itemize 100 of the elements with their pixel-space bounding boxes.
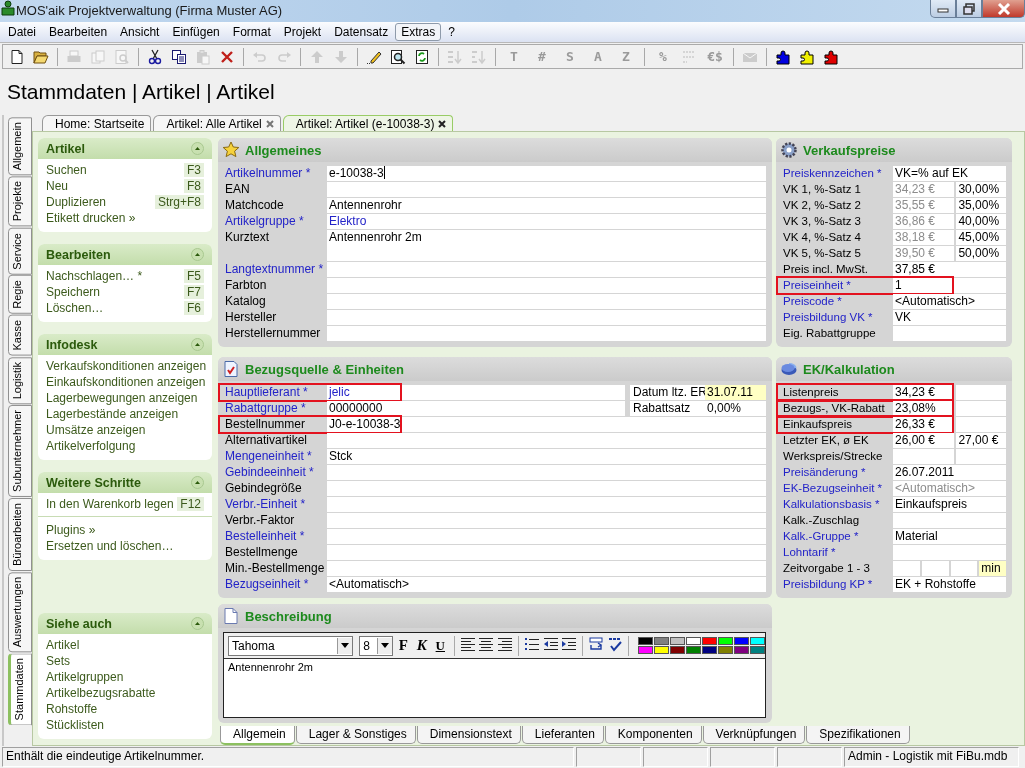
field-link[interactable]: Preiseinheit * bbox=[781, 278, 893, 293]
side-tab[interactable]: Regie bbox=[8, 275, 32, 315]
color-swatch[interactable] bbox=[749, 637, 765, 645]
search-document-icon[interactable] bbox=[390, 48, 406, 65]
task-link[interactable]: Artikelverfolgung bbox=[46, 439, 136, 453]
sheet-tab[interactable]: Lager & Sonstiges bbox=[295, 726, 416, 744]
color-swatch[interactable] bbox=[653, 646, 669, 654]
align-right-icon[interactable] bbox=[496, 635, 513, 652]
task-link[interactable]: Duplizieren bbox=[46, 195, 107, 209]
sheet-tab[interactable]: Allgemein bbox=[220, 726, 295, 745]
menu-item[interactable]: Bearbeiten bbox=[43, 23, 114, 41]
task-link[interactable]: Speichern bbox=[46, 285, 101, 299]
sheet-tab[interactable]: Lieferanten bbox=[521, 726, 604, 744]
indent-icon[interactable] bbox=[561, 635, 578, 652]
side-tab[interactable]: Büroarbeiten bbox=[8, 497, 32, 571]
bullet-list-icon[interactable] bbox=[524, 635, 540, 652]
collapse-icon[interactable] bbox=[191, 476, 204, 489]
input-field[interactable]: 27,00 € bbox=[956, 433, 1006, 448]
input-field[interactable] bbox=[327, 497, 766, 512]
collapse-icon[interactable] bbox=[191, 142, 204, 155]
color-swatch[interactable] bbox=[669, 637, 685, 645]
field-link[interactable]: Mengeneinheit * bbox=[223, 449, 327, 464]
text-editor[interactable]: Antennenrohr 2m bbox=[224, 659, 765, 717]
task-link[interactable]: Neu bbox=[46, 179, 68, 193]
input-field[interactable]: jelic bbox=[327, 385, 625, 400]
task-link[interactable]: Etikett drucken » bbox=[46, 211, 136, 225]
task-link[interactable]: Sets bbox=[46, 654, 70, 668]
input-field[interactable] bbox=[327, 481, 766, 496]
input-field[interactable] bbox=[956, 385, 1006, 400]
side-tab[interactable]: Auswertungen bbox=[8, 571, 32, 653]
field-link[interactable]: Artikelnummer * bbox=[223, 166, 327, 181]
input-field[interactable]: 0,00% bbox=[705, 401, 766, 416]
input-field[interactable]: <Automatisch> bbox=[893, 294, 1006, 309]
document-tab[interactable]: Artikel: Alle Artikel bbox=[153, 115, 281, 131]
menu-item[interactable]: Format bbox=[226, 23, 277, 41]
field-link[interactable]: Bezugseinheit * bbox=[223, 577, 327, 592]
input-field[interactable]: Material bbox=[893, 529, 1006, 544]
input-field[interactable] bbox=[956, 449, 1006, 464]
input-field[interactable]: 45,00% bbox=[956, 230, 1006, 245]
spell-check-icon[interactable] bbox=[606, 635, 623, 652]
close-icon[interactable] bbox=[438, 119, 447, 128]
input-field[interactable]: VK=% auf EK bbox=[893, 166, 1006, 181]
field-link[interactable]: Verbr.-Einheit * bbox=[223, 497, 327, 512]
task-link[interactable]: Stücklisten bbox=[46, 718, 105, 732]
input-field[interactable]: 34,23 € bbox=[893, 182, 955, 197]
puzzle-icon[interactable] bbox=[775, 48, 791, 65]
input-field[interactable] bbox=[956, 401, 1006, 416]
input-field[interactable]: Antennenrohr 2m bbox=[327, 230, 766, 261]
input-field[interactable] bbox=[893, 513, 1006, 528]
input-field[interactable]: 35,00% bbox=[956, 198, 1006, 213]
input-field[interactable] bbox=[327, 545, 766, 560]
color-swatch[interactable] bbox=[701, 646, 717, 654]
input-field[interactable] bbox=[893, 545, 1006, 560]
side-tab[interactable]: Stammdaten bbox=[8, 653, 32, 726]
size-select[interactable]: 8 bbox=[359, 635, 393, 656]
menu-item[interactable]: Datensatz bbox=[328, 23, 395, 41]
input-field[interactable]: 39,50 € bbox=[893, 246, 955, 261]
field-link[interactable]: Artikelgruppe * bbox=[223, 214, 327, 229]
format-button[interactable]: U bbox=[432, 635, 449, 656]
puzzle-icon[interactable] bbox=[823, 48, 839, 65]
input-field[interactable]: min bbox=[979, 561, 1006, 576]
color-swatch[interactable] bbox=[685, 637, 701, 645]
menu-item[interactable]: Einfügen bbox=[166, 23, 226, 41]
input-field[interactable]: J0-e-10038-3 bbox=[327, 417, 766, 432]
side-tab[interactable]: Projekte bbox=[8, 176, 32, 227]
sheet-tab[interactable]: Komponenten bbox=[604, 726, 702, 744]
menu-item[interactable]: ? bbox=[442, 23, 461, 41]
menu-item[interactable]: Datei bbox=[2, 23, 42, 41]
field-link[interactable]: Kalkulationsbasis * bbox=[781, 497, 893, 512]
input-field[interactable] bbox=[893, 449, 955, 464]
input-field[interactable] bbox=[327, 513, 766, 528]
task-link[interactable]: Lagerbestände anzeigen bbox=[46, 407, 179, 421]
sheet-tab[interactable]: Verknüpfungen bbox=[702, 726, 806, 744]
input-field[interactable]: 26.07.2011 bbox=[893, 465, 1006, 480]
input-field[interactable]: Elektro bbox=[327, 214, 766, 229]
input-field[interactable]: 40,00% bbox=[956, 214, 1006, 229]
color-swatch[interactable] bbox=[637, 637, 653, 645]
collapse-icon[interactable] bbox=[191, 338, 204, 351]
field-link[interactable]: Rabattgruppe * bbox=[223, 401, 327, 416]
align-center-icon[interactable] bbox=[478, 635, 495, 652]
input-field[interactable] bbox=[921, 561, 949, 576]
new-document-icon[interactable] bbox=[9, 48, 25, 65]
input-field[interactable] bbox=[956, 417, 1006, 432]
task-link[interactable]: Artikelgruppen bbox=[46, 670, 124, 684]
field-link[interactable]: Preiskennzeichen * bbox=[781, 166, 893, 181]
task-link[interactable]: Einkaufskonditionen anzeigen bbox=[46, 375, 206, 389]
restore-icon[interactable] bbox=[963, 2, 975, 15]
color-swatch[interactable] bbox=[637, 646, 653, 654]
input-field[interactable]: 26,00 € bbox=[893, 433, 955, 448]
color-swatch[interactable] bbox=[733, 646, 749, 654]
input-field[interactable] bbox=[327, 433, 766, 448]
input-field[interactable]: 00000000 bbox=[327, 401, 625, 416]
restore-button[interactable] bbox=[956, 0, 982, 18]
task-link[interactable]: In den Warenkorb legen bbox=[46, 497, 174, 511]
input-field[interactable]: 30,00% bbox=[956, 182, 1006, 197]
color-swatch[interactable] bbox=[685, 646, 701, 654]
task-link[interactable]: Plugins » bbox=[46, 523, 96, 537]
input-field[interactable]: Antennenrohr bbox=[327, 198, 766, 213]
input-field[interactable] bbox=[893, 326, 1006, 341]
open-folder-icon[interactable] bbox=[33, 48, 49, 65]
